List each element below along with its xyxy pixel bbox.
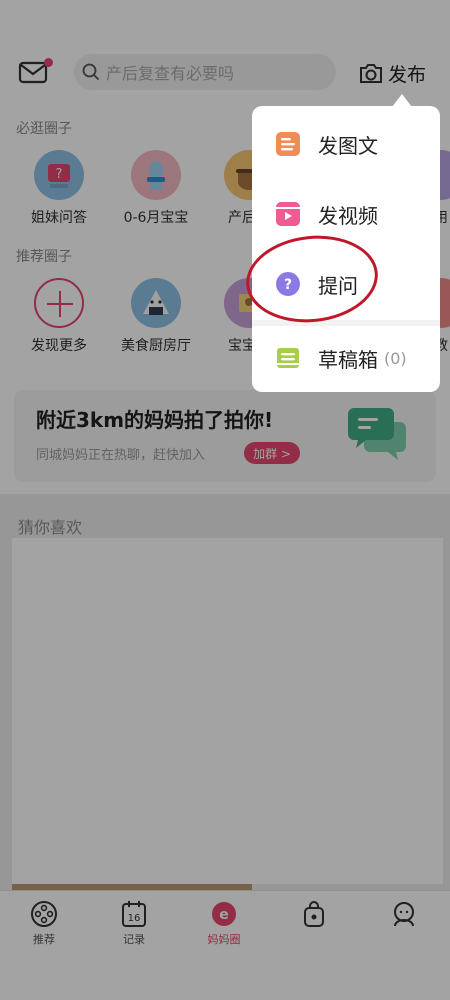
- drafts-icon: [274, 344, 302, 372]
- menu-label: 发视频: [318, 203, 378, 228]
- menu-item-drafts[interactable]: 草稿箱 (0): [252, 326, 440, 390]
- menu-item-post-image-text[interactable]: 发图文: [252, 112, 440, 176]
- menu-label: 发图文: [318, 133, 378, 158]
- drafts-count: (0): [384, 348, 407, 368]
- image-text-icon: [274, 130, 302, 158]
- video-icon: [274, 200, 302, 228]
- menu-label: 草稿箱: [318, 347, 378, 372]
- app-screen: 产后复查有必要吗 发布 必逛圈子 ? 姐妹问答 0-6月宝宝 产后调 用 推荐圈…: [0, 0, 450, 1000]
- menu-item-post-video[interactable]: 发视频: [252, 182, 440, 246]
